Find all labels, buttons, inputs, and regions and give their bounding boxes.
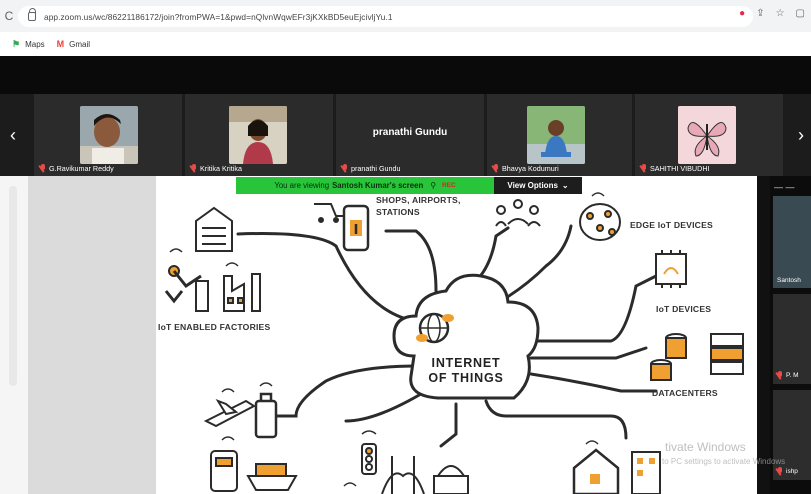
- zoom-top-bar: [0, 56, 811, 94]
- smartphone-icon: [342, 204, 370, 252]
- url-text: app.zoom.us/wc/86221186172/join?fromPWA=…: [44, 11, 393, 22]
- label-datacenters: DATACENTERS: [652, 388, 718, 398]
- airplane-icon: [203, 399, 257, 428]
- luggage-icon: [254, 392, 278, 439]
- participant-name: G.Ravikumar Reddy: [40, 164, 114, 173]
- label-shops: SHOPS, AIRPORTS,: [376, 195, 461, 205]
- participant-video: [80, 106, 138, 164]
- viewing-notice: You are viewing Santosh Kumar's screen ⚲…: [236, 177, 494, 194]
- gmail-icon: M: [56, 39, 65, 49]
- label-edge-devices: EDGE IoT DEVICES: [630, 220, 713, 230]
- train-icon: [210, 450, 238, 492]
- label-iot-devices: IoT DEVICES: [656, 304, 712, 314]
- shared-screen-margin: [28, 176, 156, 494]
- bookmark-maps[interactable]: ⚑ Maps: [12, 39, 45, 50]
- pin-icon: ⚲: [430, 181, 436, 190]
- bridge-icon: [381, 456, 425, 494]
- muted-mic-icon: [40, 164, 46, 173]
- participant-display-name: pranathi Gundu: [372, 127, 448, 138]
- ship-icon: [246, 463, 298, 491]
- view-options-button[interactable]: View Options ⌄: [494, 177, 582, 194]
- iot-chip-icon: [655, 250, 687, 288]
- extension-icon[interactable]: ●: [739, 8, 745, 19]
- gallery-tile[interactable]: Santosh: [773, 196, 811, 288]
- label-stations: STATIONS: [376, 207, 420, 217]
- gallery-tile[interactable]: P. M: [773, 294, 811, 384]
- next-page-button[interactable]: ›: [790, 94, 811, 176]
- robot-arm-icon: [164, 265, 209, 312]
- participant-tile[interactable]: G.Ravikumar Reddy: [34, 94, 182, 176]
- muted-mic-icon: [641, 164, 647, 173]
- bookmarks-bar: ⚑ Maps M Gmail: [0, 32, 811, 56]
- traffic-light-icon: [361, 443, 377, 475]
- screen-share-banner: You are viewing Santosh Kumar's screen ⚲…: [236, 177, 582, 194]
- label-factories: IoT ENABLED FACTORIES: [158, 322, 271, 332]
- participant-name: Kritika Kritika: [191, 164, 242, 173]
- server-rack-icon: [710, 333, 744, 375]
- participant-name: SAHITHI VIBUDHI: [641, 164, 710, 173]
- muted-mic-icon: [777, 371, 783, 380]
- divider: [757, 176, 770, 494]
- participant-video: [527, 106, 585, 164]
- activation-watermark-subtext: to PC settings to activate Windows: [662, 457, 786, 466]
- diagram-title: INTERNET OF THINGS: [428, 356, 504, 385]
- participant-name: pranathi Gundu: [342, 164, 401, 173]
- maps-icon: ⚑: [12, 38, 21, 49]
- window-icon[interactable]: ▢: [796, 8, 805, 19]
- participant-strip: ‹ G.Ravikumar Reddy Kritika Kritika pran…: [0, 94, 811, 176]
- address-bar[interactable]: app.zoom.us/wc/86221186172/join?fromPWA=…: [18, 6, 753, 27]
- share-icon[interactable]: ⇪: [756, 8, 764, 19]
- factory-building-icon: [195, 206, 233, 252]
- participant-name: Bhavya Kodumuri: [493, 164, 559, 173]
- muted-mic-icon: [777, 467, 783, 476]
- minimize-icon[interactable]: — —: [774, 182, 795, 192]
- gallery-panel: — — Santosh P. M ishp: [770, 176, 811, 494]
- office-building-icon: [631, 451, 661, 494]
- people-network-icon: [495, 199, 541, 227]
- chevron-down-icon: ⌄: [561, 181, 569, 190]
- database-icon: [650, 333, 687, 381]
- scrollbar[interactable]: [9, 186, 17, 386]
- bookmark-gmail[interactable]: M Gmail: [57, 39, 90, 49]
- bookmark-star-icon[interactable]: ☆: [776, 8, 785, 19]
- muted-mic-icon: [342, 164, 348, 173]
- gallery-tile[interactable]: ishp: [773, 390, 811, 480]
- participant-tile[interactable]: SAHITHI VIBUDHI: [635, 94, 783, 176]
- previous-page-button[interactable]: ‹: [2, 94, 24, 176]
- reload-icon[interactable]: C: [2, 9, 16, 23]
- muted-mic-icon: [191, 164, 197, 173]
- lock-icon: [28, 8, 36, 21]
- participant-tile[interactable]: pranathi Gundu pranathi Gundu: [336, 94, 484, 176]
- browser-toolbar: C app.zoom.us/wc/86221186172/join?fromPW…: [0, 0, 811, 32]
- participant-tile[interactable]: Bhavya Kodumuri: [487, 94, 632, 176]
- house-icon: [572, 448, 620, 494]
- edge-brain-icon: [579, 203, 621, 241]
- capitol-building-icon: [433, 465, 469, 494]
- muted-mic-icon: [493, 164, 499, 173]
- participant-tile[interactable]: Kritika Kritika: [185, 94, 333, 176]
- factory-chimney-icon: [223, 273, 261, 312]
- participant-video: [678, 106, 736, 164]
- activation-watermark: tivate Windows: [665, 440, 746, 454]
- participant-video: [229, 106, 287, 164]
- left-panel: [0, 176, 28, 494]
- rec-indicator: REC: [441, 182, 456, 189]
